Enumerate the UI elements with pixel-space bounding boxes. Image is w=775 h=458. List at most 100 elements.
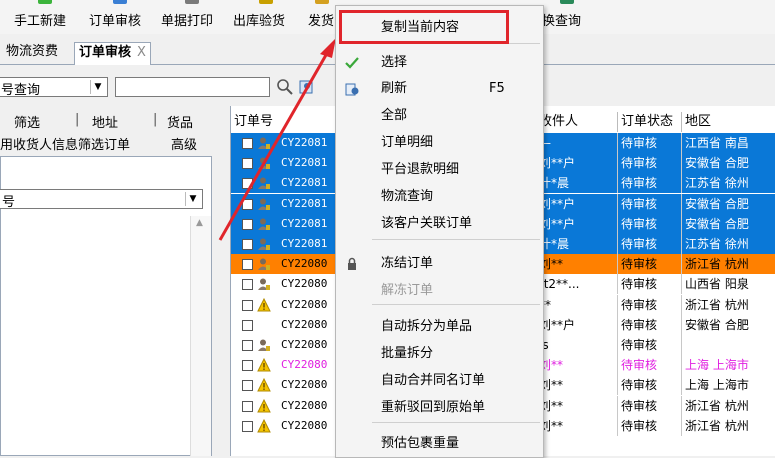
menu-item-4[interactable]: 订单明细 <box>336 131 543 155</box>
cell-recipient: 计*晨 <box>536 173 618 194</box>
row-checkbox[interactable] <box>242 420 253 432</box>
warning-icon <box>257 358 271 372</box>
cell-region: 上海 上海市 <box>682 355 775 376</box>
menu-item-label: 批量拆分 <box>381 346 434 361</box>
outbound-check-button[interactable]: 出库验货 <box>233 0 299 34</box>
query-field-select[interactable]: 号查询 ▼ <box>0 77 108 98</box>
row-checkbox[interactable] <box>242 279 253 291</box>
menu-item-label: 冻结订单 <box>381 256 434 271</box>
cell-status: 待审核 <box>618 213 682 234</box>
row-checkbox[interactable] <box>242 340 253 351</box>
cell-recipient: 计*晨 <box>536 234 618 254</box>
column-header-region[interactable]: 地区 <box>682 112 775 132</box>
cell-region: 浙江省 杭州 <box>682 395 775 416</box>
tab-order-review[interactable]: 订单审核 X <box>74 42 151 65</box>
row-checkbox[interactable] <box>242 380 253 392</box>
menu-item-label: 该客户关联订单 <box>381 216 473 231</box>
print-button[interactable]: 单据打印 <box>161 0 223 34</box>
menu-item-label: 全部 <box>381 108 408 123</box>
chevron-down-icon: ▼ <box>185 192 200 206</box>
cell-recipient: 刘** <box>536 375 618 396</box>
menu-item-6[interactable]: 物流查询 <box>336 185 543 209</box>
menu-item-label: 平台退款明细 <box>381 162 460 177</box>
menu-item-10[interactable]: 自动拆分为单品 <box>336 315 543 339</box>
cell-status: 待审核 <box>618 193 682 214</box>
close-icon[interactable]: X <box>137 45 146 60</box>
cell-region: 浙江省 杭州 <box>682 415 775 436</box>
menu-item-5[interactable]: 平台退款明细 <box>336 158 543 182</box>
cell-recipient: — <box>536 133 618 153</box>
row-checkbox[interactable] <box>242 299 253 311</box>
menu-item-shortcut: F5 <box>489 81 505 96</box>
menu-item-label: 预估包裹重量 <box>381 436 460 451</box>
column-header-recipient[interactable]: 收件人 <box>536 112 618 132</box>
cell-status: 待审核 <box>618 254 682 275</box>
cell-region <box>682 335 775 355</box>
check-icon <box>345 57 359 69</box>
warning-icon <box>257 398 271 413</box>
cell-recipient: tt2**... <box>536 274 618 295</box>
highlight-box <box>339 10 509 44</box>
filter-field-select[interactable]: 号 ▼ <box>0 189 203 210</box>
menu-separator <box>372 422 540 423</box>
cell-status: 待审核 <box>618 294 682 315</box>
menu-item-9: 解冻订单 <box>336 279 543 303</box>
cell-recipient: 刘** <box>536 415 618 436</box>
menu-item-12[interactable]: 自动合并同名订单 <box>336 369 543 393</box>
tab-filter[interactable]: 筛选 <box>14 112 40 131</box>
truck-icon <box>315 0 329 4</box>
person-icon <box>258 278 270 291</box>
menu-item-1[interactable]: 选择 <box>336 51 543 75</box>
menu-item-2[interactable]: 刷新 F5 <box>336 77 543 101</box>
cell-region: 安徽省 合肥 <box>682 213 775 234</box>
menu-item-3[interactable]: 全部 <box>336 104 543 128</box>
cell-region: 安徽省 合肥 <box>682 153 775 174</box>
box-icon <box>259 0 273 4</box>
cell-status: 待审核 <box>618 375 682 396</box>
annotation-arrow <box>218 38 336 241</box>
review-icon <box>113 0 127 4</box>
menu-item-label: 重新驳回到原始单 <box>381 400 486 415</box>
exchange-query-button[interactable]: 换查询 <box>542 0 592 34</box>
cell-status: 待审核 <box>618 173 682 194</box>
cell-status: 待审核 <box>618 314 682 335</box>
filter-panel: 筛选 | 地址 | 货品 用收货人信息筛选订单 高级 号 ▼ ▲ <box>0 106 222 456</box>
menu-item-7[interactable]: 该客户关联订单 <box>336 212 543 236</box>
cell-region: 江西省 南昌 <box>682 133 775 153</box>
menu-item-13[interactable]: 重新驳回到原始单 <box>336 396 543 420</box>
row-checkbox[interactable] <box>242 319 253 331</box>
menu-item-11[interactable]: 批量拆分 <box>336 342 543 366</box>
cell-region: 浙江省 杭州 <box>682 254 775 275</box>
menu-item-14[interactable]: 预估包裹重量 <box>336 432 543 456</box>
cell-region: 上海 上海市 <box>682 375 775 396</box>
cell-region: 江苏省 徐州 <box>682 234 775 254</box>
menu-item-label: 解冻订单 <box>381 283 434 298</box>
row-checkbox[interactable] <box>242 360 253 372</box>
menu-item-label: 刷新 <box>381 81 408 96</box>
cell-region: 安徽省 合肥 <box>682 193 775 214</box>
order-review-button[interactable]: 订单审核 <box>89 0 151 34</box>
row-checkbox[interactable] <box>242 400 253 412</box>
cell-status: 待审核 <box>618 335 682 355</box>
cell-recipient: 刘**户 <box>536 314 618 335</box>
tab-goods[interactable]: 货品 <box>167 112 193 131</box>
tab-address[interactable]: 地址 <box>92 112 118 131</box>
cell-region: 浙江省 杭州 <box>682 294 775 315</box>
new-order-button[interactable]: 手工新建 <box>14 0 76 34</box>
advanced-tab[interactable]: 高级 <box>171 134 197 153</box>
cell-status: 待审核 <box>618 133 682 153</box>
cell-recipient: 刘** <box>536 355 618 376</box>
scroll-up-icon[interactable]: ▲ <box>196 218 203 228</box>
cell-status: 待审核 <box>618 234 682 254</box>
chevron-down-icon: ▼ <box>90 80 105 94</box>
scrollbar[interactable]: ▲ <box>190 216 211 456</box>
cell-status: 待审核 <box>618 355 682 376</box>
row-checkbox[interactable] <box>242 259 253 271</box>
ship-button[interactable]: 发货 <box>308 0 336 34</box>
exchange-icon <box>560 0 574 4</box>
column-header-status[interactable]: 订单状态 <box>618 112 682 132</box>
menu-item-8[interactable]: 冻结订单 <box>336 252 543 276</box>
tab-logistics-fee[interactable]: 物流资费 <box>2 42 62 64</box>
menu-separator <box>372 304 540 305</box>
tab-divider: | <box>153 112 158 127</box>
